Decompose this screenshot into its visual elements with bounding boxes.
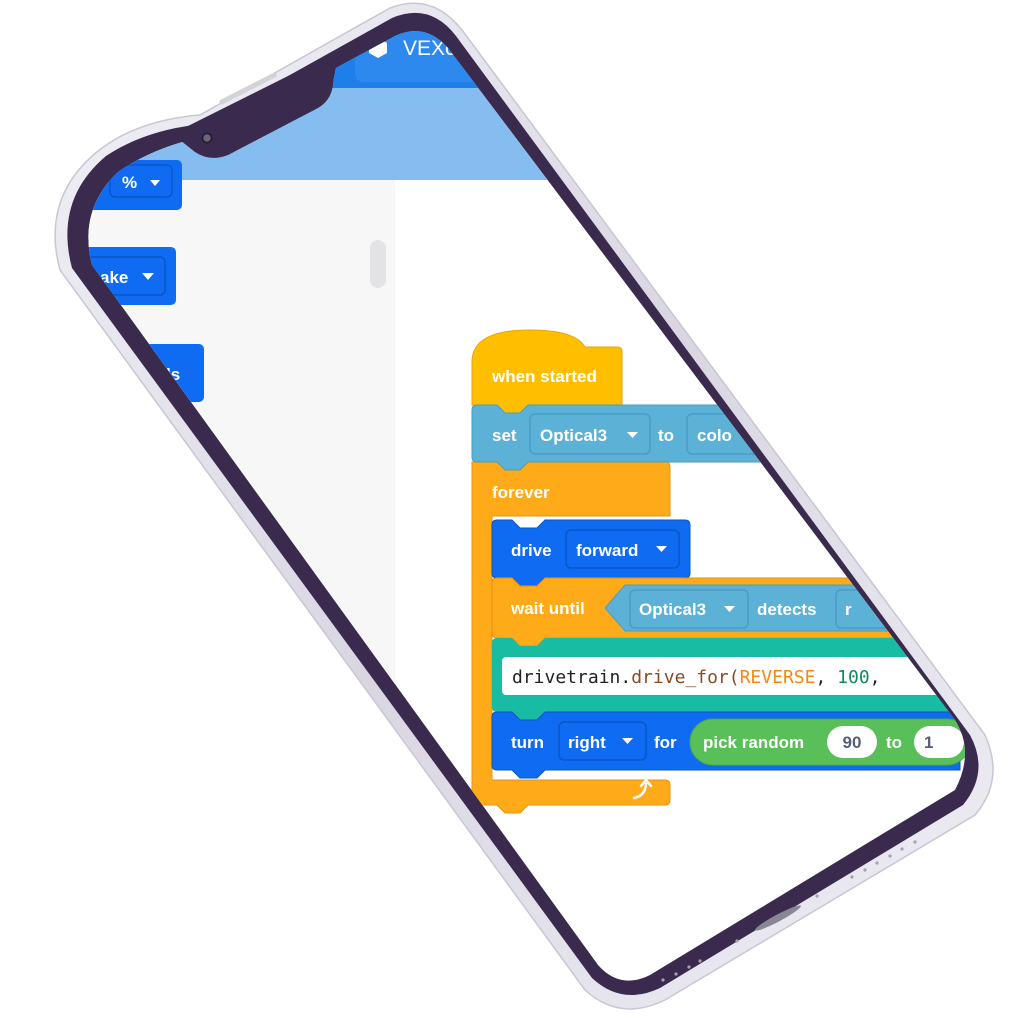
to-label: to bbox=[658, 426, 674, 445]
random-max-value: 1 bbox=[924, 733, 933, 752]
sensor-dropdown-label: Optical3 bbox=[540, 426, 607, 445]
condition-sensor-label: Optical3 bbox=[639, 600, 706, 619]
to-label: to bbox=[886, 733, 902, 752]
random-max-input[interactable] bbox=[914, 726, 964, 758]
pick-random-label: pick random bbox=[703, 733, 804, 752]
drive-block[interactable]: drive forward bbox=[491, 519, 691, 587]
forever-label: forever bbox=[492, 483, 550, 502]
palette-block-label: % bbox=[122, 173, 137, 192]
mode-dropdown-label: colo bbox=[697, 426, 732, 445]
set-sensor-block[interactable]: set Optical3 to colo bbox=[471, 404, 961, 471]
detects-label: detects bbox=[757, 600, 817, 619]
title-bar bbox=[88, 31, 966, 88]
random-min-value: 90 bbox=[843, 733, 862, 752]
color-dropdown-label: r bbox=[845, 600, 852, 619]
turn-direction-label: right bbox=[568, 733, 606, 752]
block-palette bbox=[88, 180, 395, 981]
direction-dropdown-label: forward bbox=[576, 541, 638, 560]
palette-scrollbar[interactable] bbox=[370, 240, 386, 288]
when-started-label: when started bbox=[491, 367, 597, 386]
set-label: set bbox=[492, 426, 517, 445]
phone-mockup: VEXcod % ake nds forever bbox=[0, 0, 1024, 1024]
drive-label: drive bbox=[511, 541, 552, 560]
python-code-block[interactable]: drivetrain.drive_for(REVERSE, 100, bbox=[492, 638, 962, 720]
front-camera-icon bbox=[201, 132, 213, 144]
python-code-text: drivetrain.drive_for(REVERSE, 100, bbox=[512, 667, 881, 688]
turn-label: turn bbox=[511, 733, 544, 752]
for-label: for bbox=[654, 733, 677, 752]
turn-block[interactable]: turn right for pick random 90 to 1 bbox=[491, 711, 970, 779]
wait-until-label: wait until bbox=[510, 599, 585, 618]
header-toolbar bbox=[88, 31, 966, 180]
